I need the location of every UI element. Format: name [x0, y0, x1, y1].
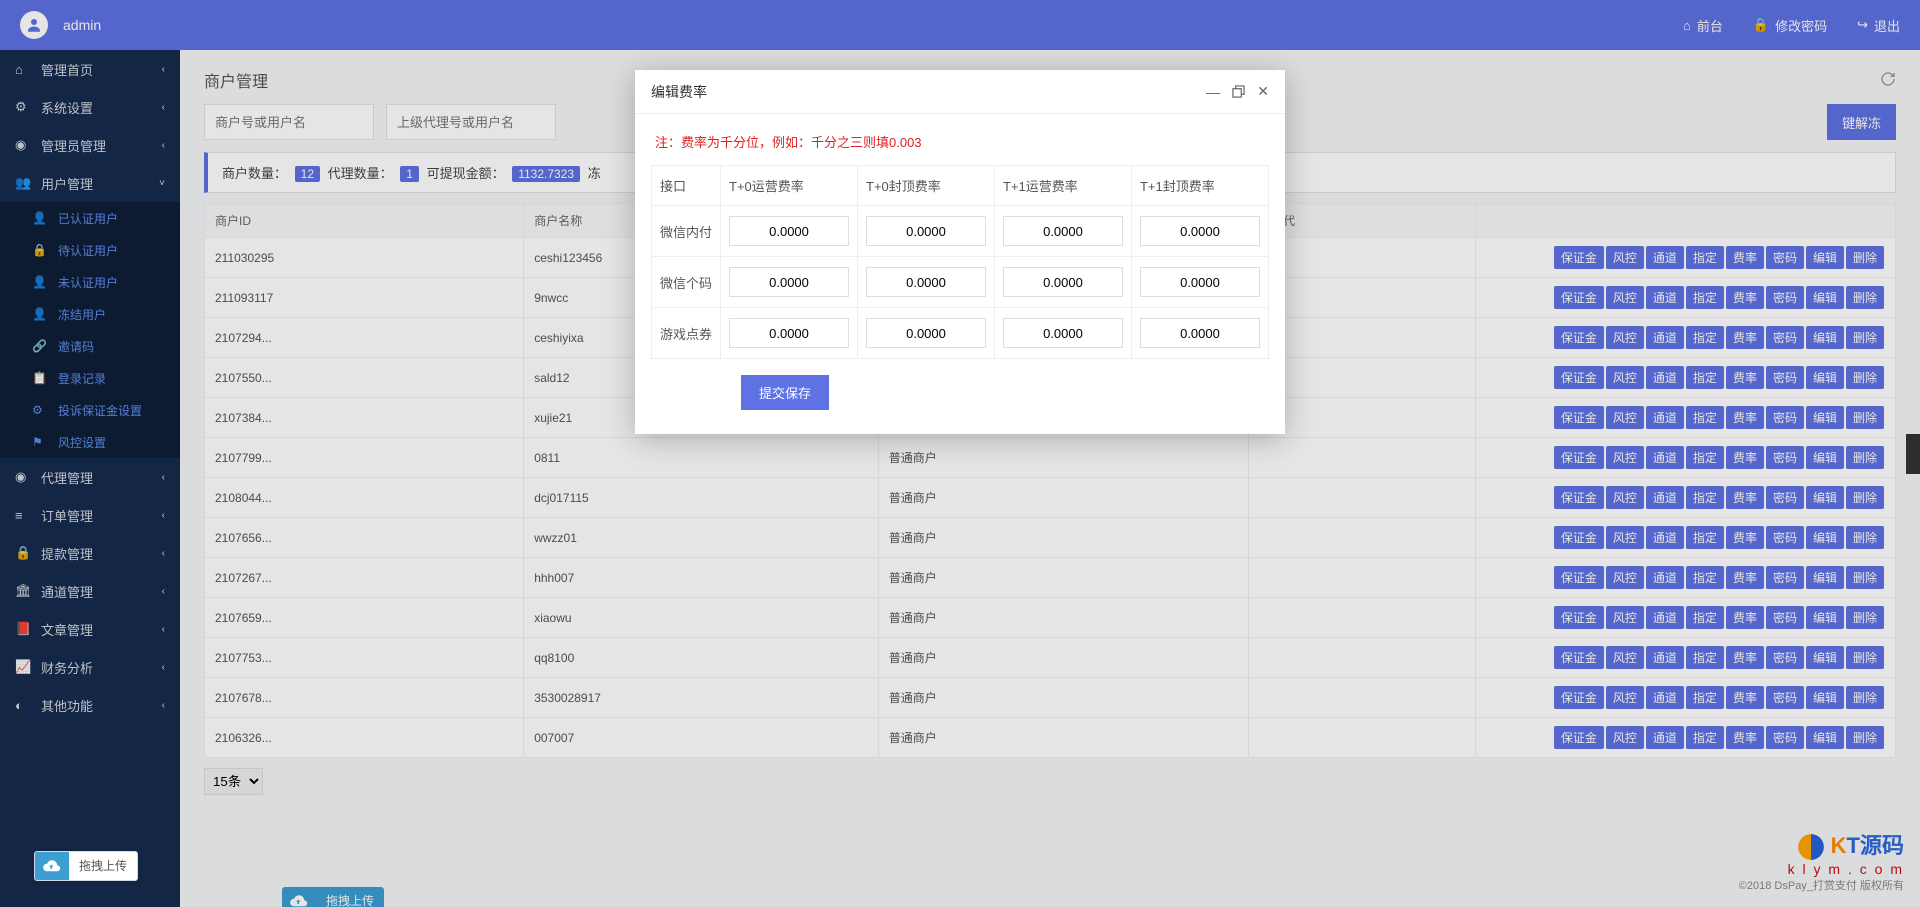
rate-note: 注：费率为千分位，例如：千分之三则填0.003 [651, 132, 1269, 151]
cloud-upload-icon [35, 852, 69, 880]
rate-table: 接口T+0运营费率T+0封顶费率T+1运营费率T+1封顶费率 微信内付微信个码游… [651, 165, 1269, 359]
rate-input-2-1[interactable] [866, 318, 986, 348]
modal-title: 编辑费率 [651, 82, 707, 102]
rate-input-0-1[interactable] [866, 216, 986, 246]
rate-input-1-2[interactable] [1003, 267, 1123, 297]
rate-input-0-3[interactable] [1140, 216, 1260, 246]
edit-rate-modal: 编辑费率 — ✕ 注：费率为千分位，例如：千分之三则填0.003 接口T+0运营… [635, 70, 1285, 434]
minimize-icon[interactable]: — [1206, 83, 1220, 100]
rate-input-0-0[interactable] [729, 216, 849, 246]
maximize-icon[interactable] [1232, 83, 1245, 100]
rate-row: 微信内付 [652, 206, 1269, 257]
close-icon[interactable]: ✕ [1257, 83, 1269, 100]
rate-input-2-2[interactable] [1003, 318, 1123, 348]
rate-input-0-2[interactable] [1003, 216, 1123, 246]
rate-input-1-0[interactable] [729, 267, 849, 297]
rate-input-1-1[interactable] [866, 267, 986, 297]
rate-input-2-0[interactable] [729, 318, 849, 348]
drag-upload-widget[interactable]: 拖拽上传 [34, 851, 138, 881]
rate-row: 游戏点券 [652, 308, 1269, 359]
rate-row: 微信个码 [652, 257, 1269, 308]
modal-header: 编辑费率 — ✕ [635, 70, 1285, 114]
rate-input-1-3[interactable] [1140, 267, 1260, 297]
submit-save-button[interactable]: 提交保存 [741, 375, 829, 410]
rate-input-2-3[interactable] [1140, 318, 1260, 348]
